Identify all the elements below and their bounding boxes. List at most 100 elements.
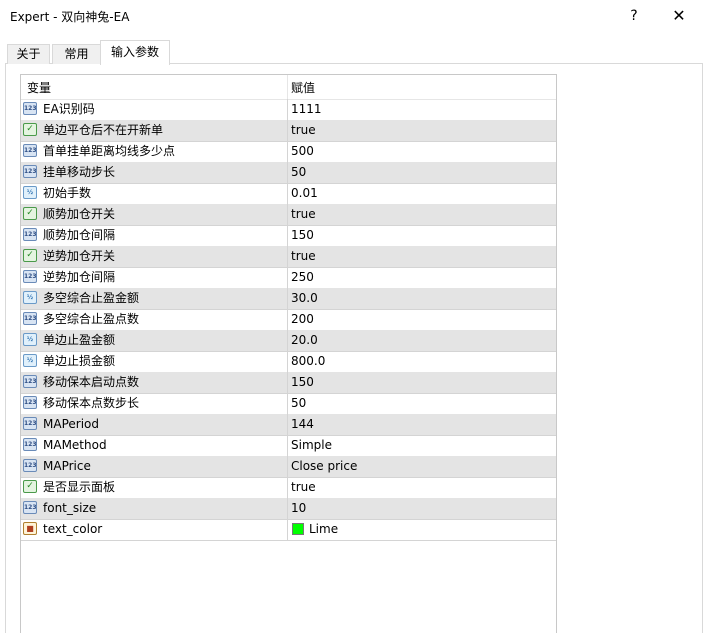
param-row[interactable]: ½ 多空综合止盈金额 30.0: [21, 288, 556, 310]
inputs-grid[interactable]: 变量 赋值 123 EA识别码 1111 ✓ 单边平仓后不在开新单 true 123 首单挂单…: [20, 74, 557, 633]
param-name: EA识别码: [43, 102, 95, 116]
integer-icon: 123: [23, 165, 37, 178]
param-row[interactable]: ✓ 逆势加仓开关 true: [21, 246, 556, 268]
param-name: 单边平仓后不在开新单: [43, 123, 164, 137]
cell-divider: [287, 372, 288, 393]
cell-divider: [287, 99, 288, 120]
param-row[interactable]: 123 移动保本启动点数 150: [21, 372, 556, 394]
integer-icon: 123: [23, 144, 37, 157]
cell-divider: [287, 414, 288, 435]
cell-divider: [287, 204, 288, 225]
column-header-value[interactable]: 赋值: [291, 75, 315, 99]
color-swatch[interactable]: [292, 523, 304, 535]
param-row[interactable]: 123 MAPrice Close price: [21, 456, 556, 478]
param-value[interactable]: Simple: [291, 435, 332, 456]
cell-divider: [287, 477, 288, 498]
param-row[interactable]: 123 MAPeriod 144: [21, 414, 556, 436]
param-value[interactable]: 200: [291, 309, 314, 330]
param-row[interactable]: 123 首单挂单距离均线多少点 500: [21, 141, 556, 163]
param-value[interactable]: true: [291, 204, 316, 225]
param-row[interactable]: 123 挂单移动步长 50: [21, 162, 556, 184]
close-button[interactable]: ✕: [657, 0, 701, 32]
integer-icon: 123: [23, 375, 37, 388]
param-name: 移动保本启动点数: [43, 375, 140, 389]
param-row[interactable]: ½ 单边止损金额 800.0: [21, 351, 556, 373]
double-icon: ½: [23, 186, 37, 199]
cell-divider: [287, 309, 288, 330]
tab-about[interactable]: 关于: [7, 44, 50, 64]
cell-divider: [287, 519, 288, 540]
tab-inputs[interactable]: 输入参数: [100, 40, 170, 65]
integer-icon: 123: [23, 459, 37, 472]
param-value[interactable]: 1111: [291, 99, 322, 120]
param-value[interactable]: 50: [291, 393, 306, 414]
param-name: MAPrice: [43, 459, 91, 473]
param-value[interactable]: Close price: [291, 456, 357, 477]
bool-icon: ✓: [23, 249, 37, 262]
tab-common[interactable]: 常用: [52, 44, 101, 64]
param-value[interactable]: 50: [291, 162, 306, 183]
cell-divider: [287, 246, 288, 267]
param-row[interactable]: 123 多空综合止盈点数 200: [21, 309, 556, 331]
cell-divider: [287, 162, 288, 183]
param-row[interactable]: ■ text_color Lime: [21, 519, 556, 541]
param-value[interactable]: 144: [291, 414, 314, 435]
param-name: 是否显示面板: [43, 480, 116, 494]
param-value[interactable]: 0.01: [291, 183, 318, 204]
integer-icon: 123: [23, 396, 37, 409]
param-value[interactable]: true: [291, 477, 316, 498]
integer-icon: 123: [23, 102, 37, 115]
param-name: 移动保本点数步长: [43, 396, 140, 410]
param-row[interactable]: 123 font_size 10: [21, 498, 556, 520]
integer-icon: 123: [23, 270, 37, 283]
param-row[interactable]: ✓ 单边平仓后不在开新单 true: [21, 120, 556, 142]
param-row[interactable]: ✓ 是否显示面板 true: [21, 477, 556, 499]
param-value[interactable]: Lime: [309, 519, 338, 540]
param-name: 顺势加仓开关: [43, 207, 116, 221]
param-name: 顺势加仓间隔: [43, 228, 116, 242]
param-value[interactable]: true: [291, 246, 316, 267]
param-name: MAPeriod: [43, 417, 99, 431]
double-icon: ½: [23, 291, 37, 304]
param-row[interactable]: 123 顺势加仓间隔 150: [21, 225, 556, 247]
param-value[interactable]: 150: [291, 372, 314, 393]
param-value[interactable]: 30.0: [291, 288, 318, 309]
param-row[interactable]: ½ 初始手数 0.01: [21, 183, 556, 205]
param-name: 挂单移动步长: [43, 165, 116, 179]
param-value[interactable]: 20.0: [291, 330, 318, 351]
param-row[interactable]: 123 EA识别码 1111: [21, 99, 556, 121]
param-value[interactable]: true: [291, 120, 316, 141]
param-value[interactable]: 800.0: [291, 351, 325, 372]
cell-divider: [287, 330, 288, 351]
param-row[interactable]: 123 逆势加仓间隔 250: [21, 267, 556, 289]
window-title: Expert - 双向神兔-EA: [10, 10, 130, 24]
param-row[interactable]: ✓ 顺势加仓开关 true: [21, 204, 556, 226]
param-name: 多空综合止盈点数: [43, 312, 140, 326]
column-header-variable[interactable]: 变量: [27, 75, 51, 99]
cell-divider: [287, 288, 288, 309]
param-value[interactable]: 10: [291, 498, 306, 519]
integer-icon: 123: [23, 417, 37, 430]
integer-icon: 123: [23, 312, 37, 325]
param-value[interactable]: 150: [291, 225, 314, 246]
param-row[interactable]: 123 移动保本点数步长 50: [21, 393, 556, 415]
param-row[interactable]: ½ 单边止盈金额 20.0: [21, 330, 556, 352]
param-name: 初始手数: [43, 186, 92, 200]
cell-divider: [287, 225, 288, 246]
help-button[interactable]: ?: [612, 0, 656, 32]
column-divider[interactable]: [287, 75, 288, 99]
param-name: 逆势加仓间隔: [43, 270, 116, 284]
cell-divider: [287, 267, 288, 288]
param-name: 单边止盈金额: [43, 333, 116, 347]
grid-header: 变量 赋值: [21, 75, 556, 100]
bool-icon: ✓: [23, 207, 37, 220]
param-value[interactable]: 500: [291, 141, 314, 162]
param-name: 逆势加仓开关: [43, 249, 116, 263]
param-value[interactable]: 250: [291, 267, 314, 288]
param-row[interactable]: 123 MAMethod Simple: [21, 435, 556, 457]
param-name: text_color: [43, 522, 103, 536]
bool-icon: ✓: [23, 123, 37, 136]
double-icon: ½: [23, 333, 37, 346]
param-name: 多空综合止盈金额: [43, 291, 140, 305]
color-icon: ■: [23, 522, 37, 535]
